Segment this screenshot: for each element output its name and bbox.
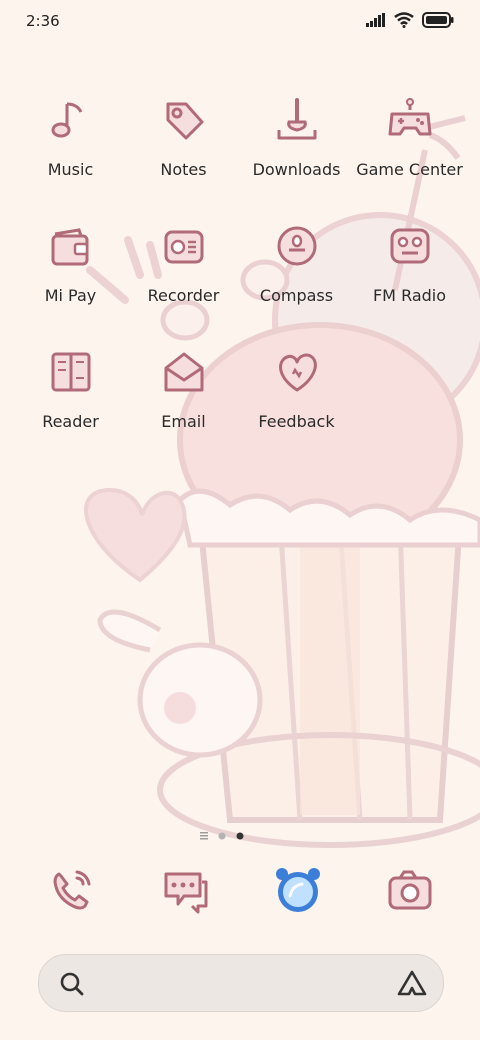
gamepad-icon: [388, 98, 431, 136]
search-icon[interactable]: [59, 971, 85, 997]
app-email[interactable]: Email: [127, 340, 240, 452]
page-indicator[interactable]: [0, 829, 480, 843]
messages-icon[interactable]: [158, 862, 214, 918]
app-downloads[interactable]: Downloads: [240, 88, 353, 200]
heart-chat-icon: [278, 353, 317, 392]
status-icons: [366, 12, 454, 28]
app-compass[interactable]: Compass: [240, 214, 353, 326]
app-game-center[interactable]: Game Center: [353, 88, 466, 200]
status-time: 2:36: [26, 12, 60, 30]
home-list-icon: [200, 832, 208, 840]
signal-icon: [366, 13, 385, 27]
recorder-icon: [164, 230, 203, 264]
app-label: Mi Pay: [44, 286, 97, 305]
app-label: Feedback: [258, 412, 335, 431]
app-fm-radio[interactable]: FM Radio: [353, 214, 466, 326]
compass-icon: [277, 226, 316, 266]
app-label: Email: [161, 412, 206, 431]
battery-icon: [422, 12, 454, 28]
page-dot[interactable]: [218, 832, 226, 840]
app-notes[interactable]: Notes: [127, 88, 240, 200]
camera-icon[interactable]: [382, 862, 438, 918]
app-recorder[interactable]: Recorder: [127, 214, 240, 326]
search-bar[interactable]: [38, 954, 444, 1012]
download-icon: [277, 98, 316, 140]
status-bar: 2:36: [0, 0, 480, 44]
app-music[interactable]: Music: [14, 88, 127, 200]
app-label: Game Center: [356, 160, 463, 179]
book-icon: [51, 352, 90, 392]
app-label: Reader: [42, 412, 99, 431]
phone-icon[interactable]: [45, 862, 101, 918]
app-reader[interactable]: Reader: [14, 340, 127, 452]
page-dot-active[interactable]: [236, 832, 244, 840]
tag-icon: [166, 102, 203, 140]
radio-icon: [390, 228, 429, 264]
envelope-icon: [164, 352, 203, 392]
assistant-icon[interactable]: [397, 969, 427, 997]
app-label: Notes: [160, 160, 207, 179]
app-label: Recorder: [147, 286, 220, 305]
browser-icon[interactable]: [270, 862, 326, 918]
app-label: Compass: [259, 286, 334, 305]
app-label: FM Radio: [372, 286, 447, 305]
wifi-icon: [394, 12, 414, 28]
app-label: Downloads: [252, 160, 341, 179]
dock: [0, 862, 480, 926]
app-feedback[interactable]: Feedback: [240, 340, 353, 452]
app-label: Music: [47, 160, 94, 179]
app-mi-pay[interactable]: Mi Pay: [14, 214, 127, 326]
wallet-icon: [51, 228, 88, 266]
music-note-icon: [51, 102, 82, 138]
